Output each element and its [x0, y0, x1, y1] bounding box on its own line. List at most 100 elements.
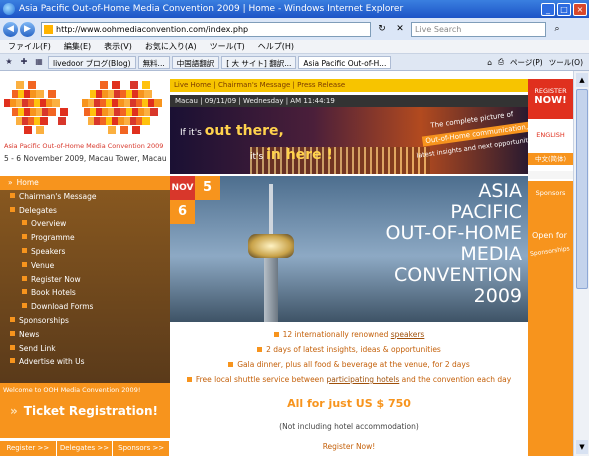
nav-item-label: Overview — [31, 219, 67, 229]
ticket-registration-label: Ticket Registration! — [23, 404, 158, 418]
logo-tile — [60, 108, 68, 116]
maximize-button[interactable]: □ — [557, 2, 571, 16]
date-day-6: 6 — [170, 200, 195, 224]
web-page: Asia Pacific Out-of-Home Media Conventio… — [0, 71, 589, 456]
bottom-link-sponsors[interactable]: Sponsors >> — [113, 441, 171, 456]
close-button[interactable]: × — [573, 2, 587, 16]
vertical-scrollbar[interactable]: ▲ ▼ — [573, 71, 589, 456]
banner-tagline: The complete picture of Out-of-Home comm… — [416, 110, 528, 160]
site-logo[interactable]: Asia Pacific Out-of-Home Media Conventio… — [0, 71, 170, 176]
scroll-down-icon[interactable]: ▼ — [576, 440, 588, 454]
bullet-icon — [10, 344, 15, 350]
right-strip — [528, 171, 573, 179]
nav-item-advertise-with-us[interactable]: Advertise with Us — [0, 355, 170, 369]
logo-tile — [142, 117, 150, 125]
date-month: NOV — [170, 176, 195, 200]
menu-favorites[interactable]: お気に入り(A) — [145, 41, 197, 52]
menu-edit[interactable]: 編集(E) — [64, 41, 91, 52]
menu-view[interactable]: 表示(V) — [104, 41, 132, 52]
stop-icon[interactable]: ✕ — [393, 22, 407, 36]
refresh-icon[interactable]: ↻ — [375, 22, 389, 36]
logo-tile — [24, 126, 32, 134]
bullet-icon — [22, 289, 27, 295]
register-now-button[interactable]: REGISTER NOW! — [528, 79, 573, 119]
bottom-links: Register >> Delegates >> Sponsors >> — [0, 441, 171, 456]
nav-item-send-link[interactable]: Send Link — [0, 342, 170, 356]
favicon-icon — [44, 24, 53, 34]
double-arrow-icon: » — [10, 404, 18, 418]
tab-site-translate[interactable]: [ 大 サイト] 翻訳... — [221, 55, 297, 69]
forward-button[interactable]: ▶ — [20, 21, 35, 37]
bullet-icon — [22, 275, 27, 281]
logo-tiles — [4, 81, 164, 136]
favorites-star-icon[interactable]: ★ — [3, 56, 15, 68]
nav-item-download-forms[interactable]: Download Forms — [0, 300, 170, 314]
menu-file[interactable]: ファイル(F) — [8, 41, 51, 52]
print-icon[interactable]: ⎙ — [498, 57, 504, 67]
nav-item-sponsorships[interactable]: Sponsorships — [0, 314, 170, 328]
nav-item-label: News — [19, 329, 40, 339]
nav-item-register-now[interactable]: Register Now — [0, 273, 170, 287]
right-orange-panel — [528, 205, 573, 456]
nav-item-label: Book Hotels — [31, 288, 76, 298]
hotels-link[interactable]: participating hotels — [326, 375, 399, 384]
window-titlebar: Asia Pacific Out-of-Home Media Conventio… — [0, 0, 589, 18]
search-icon[interactable]: ⌕ — [550, 22, 564, 36]
date-day-5: 5 — [195, 176, 220, 200]
tab-free[interactable]: 無料... — [137, 55, 170, 69]
nav-item-venue[interactable]: Venue — [0, 259, 170, 273]
register-now-link[interactable]: Register Now! — [170, 442, 528, 451]
search-input[interactable]: Live Search — [411, 21, 546, 37]
nav-item-speakers[interactable]: Speakers — [0, 245, 170, 259]
speakers-link[interactable]: speakers — [391, 330, 425, 339]
menu-tools[interactable]: ツール(T) — [210, 41, 245, 52]
logo-date: 5 - 6 November 2009, Macau Tower, Macau — [4, 154, 167, 163]
logo-tile — [28, 81, 36, 89]
nav-item-home[interactable]: » Home — [0, 176, 170, 190]
scroll-up-icon[interactable]: ▲ — [576, 73, 588, 87]
quick-tabs-icon[interactable]: ▦ — [33, 56, 45, 68]
add-favorite-icon[interactable]: ✚ — [18, 56, 30, 68]
bullet-icon — [22, 303, 27, 309]
nav-item-label: Register Now — [31, 274, 81, 284]
info-line-days: 2 days of latest insights, ideas & oppor… — [170, 345, 528, 354]
sponsors-box[interactable]: Sponsors — [528, 181, 573, 205]
tab-chinese-translate[interactable]: 中国語翻訳 — [171, 55, 220, 69]
page-menu[interactable]: ページ(P) — [510, 57, 543, 68]
nav-item-delegates[interactable]: Delegates — [0, 204, 170, 218]
url-input[interactable]: http://www.oohmediaconvention.com/index.… — [41, 21, 371, 37]
minimize-button[interactable]: _ — [541, 2, 555, 16]
nav-item-overview[interactable]: Overview — [0, 217, 170, 231]
banner-line2: it's in here ! — [250, 147, 333, 163]
nav-item-news[interactable]: News — [0, 328, 170, 342]
side-nav: » Home Chairman's Message Delegates Overview… — [0, 176, 170, 383]
lang-chinese[interactable]: 中文(简体) — [528, 153, 573, 165]
tab-livedoor[interactable]: livedoor ブログ(Blog) — [48, 55, 136, 69]
info-line-shuttle: Free local shuttle service between parti… — [170, 375, 528, 384]
bullet-icon — [22, 261, 27, 267]
info-line-gala: Gala dinner, plus all food & beverage at… — [170, 360, 528, 369]
logo-tile — [36, 90, 44, 98]
bullet-icon — [10, 192, 15, 198]
bottom-link-delegates[interactable]: Delegates >> — [56, 441, 114, 456]
tab-asia-pacific[interactable]: Asia Pacific Out-of-H... — [298, 55, 392, 69]
top-nav[interactable]: Live Home | Chairman's Message | Press R… — [170, 79, 528, 92]
home-icon[interactable]: ⌂ — [487, 58, 492, 67]
menu-help[interactable]: ヘルプ(H) — [258, 41, 294, 52]
lang-english[interactable]: ENGLISH — [528, 131, 573, 139]
back-button[interactable]: ◀ — [3, 21, 18, 37]
bullet-icon — [10, 358, 15, 364]
logo-tile — [120, 126, 128, 134]
nav-item-book-hotels[interactable]: Book Hotels — [0, 286, 170, 300]
bottom-link-register[interactable]: Register >> — [0, 441, 57, 456]
nav-item-chairman-s-message[interactable]: Chairman's Message — [0, 190, 170, 204]
nav-item-label: Chairman's Message — [19, 191, 97, 201]
logo-subtitle: Asia Pacific Out-of-Home Media Conventio… — [4, 142, 164, 150]
scroll-thumb[interactable] — [576, 89, 588, 289]
hero-title: ASIA PACIFIC OUT-OF-HOME MEDIA CONVENTIO… — [385, 180, 523, 307]
ticket-registration-box[interactable]: Welcome to OOH Media Convention 2009! » T… — [0, 383, 170, 438]
bullet-icon — [22, 234, 27, 240]
tools-menu[interactable]: ツール(O) — [549, 57, 583, 68]
nav-item-programme[interactable]: Programme — [0, 231, 170, 245]
ticket-registration-link[interactable]: » Ticket Registration! — [10, 404, 158, 418]
